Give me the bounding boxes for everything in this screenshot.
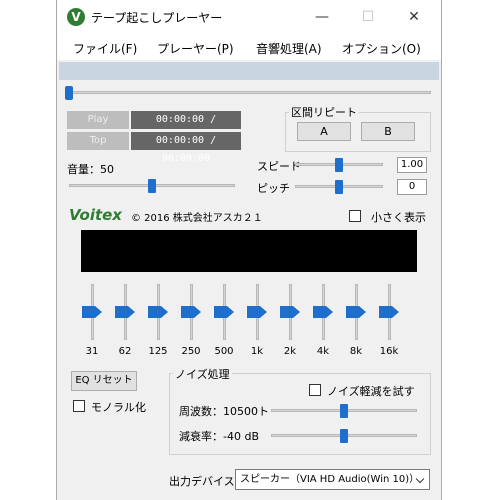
noise-title: ノイズ処理 [173, 366, 232, 382]
player-window: V テープ起こしプレーヤー — ☐ ✕ ファイル(F) プレーヤー(P) 音響処… [56, 0, 442, 500]
waveform-display [81, 230, 417, 272]
menu-options[interactable]: オプション(O) [342, 40, 421, 57]
noise-reduce-checkbox[interactable] [309, 384, 321, 396]
eq-band-label: 31 [85, 346, 99, 357]
section-repeat-title: 区間リピート [289, 104, 359, 120]
eq-thumb-8k[interactable] [346, 306, 366, 318]
pitch-thumb[interactable] [335, 180, 343, 194]
eq-band-label: 4k [316, 346, 330, 357]
menu-file[interactable]: ファイル(F) [73, 40, 137, 57]
small-display-label: 小さく表示 [371, 211, 426, 224]
eq-band-label: 2k [283, 346, 297, 357]
volume-thumb[interactable] [148, 179, 156, 193]
play-time-display: 00:00:00 / 00:00:00 [131, 111, 241, 143]
small-display-checkbox[interactable] [349, 210, 361, 222]
minimize-button[interactable]: — [305, 6, 339, 28]
tool-band [59, 62, 439, 80]
eq-reset-button[interactable]: EQ リセット [71, 371, 137, 391]
seek-thumb[interactable] [65, 86, 73, 100]
eq-thumb-500[interactable] [214, 306, 234, 318]
repeat-b-button[interactable]: B [361, 122, 415, 141]
eq-band-label: 125 [148, 346, 168, 357]
eq-band-label: 250 [181, 346, 201, 357]
menu-bar: ファイル(F) プレーヤー(P) 音響処理(A) オプション(O) [57, 34, 441, 60]
close-button[interactable]: ✕ [397, 6, 431, 28]
eq-band-label: 16k [379, 346, 399, 357]
speed-label: スピード [257, 160, 301, 173]
mono-label: モノラル化 [91, 401, 146, 414]
title-bar: V テープ起こしプレーヤー — ☐ ✕ [57, 0, 441, 34]
voitex-logo: Voitex [69, 206, 122, 224]
menu-sound-processing[interactable]: 音響処理(A) [256, 40, 322, 57]
output-device-select[interactable]: スピーカー（VIA HD Audio(Win 10)） [235, 469, 430, 490]
speed-value[interactable]: 1.00 [397, 157, 427, 173]
frequency-thumb[interactable] [340, 404, 348, 418]
eq-thumb-2k[interactable] [280, 306, 300, 318]
seek-track[interactable] [65, 91, 431, 94]
play-button[interactable]: Play [67, 111, 129, 129]
noise-reduce-label: ノイズ軽減を試す [327, 385, 415, 398]
speed-thumb[interactable] [335, 158, 343, 172]
output-device-value: スピーカー（VIA HD Audio(Win 10)） [240, 474, 420, 485]
output-device-label: 出力デバイス [169, 475, 235, 488]
window-title: テープ起こしプレーヤー [91, 11, 223, 25]
eq-thumb-62[interactable] [115, 306, 135, 318]
volume-label: 音量：50 [67, 163, 114, 176]
pitch-value[interactable]: 0 [397, 179, 427, 195]
eq-band-label: 500 [214, 346, 234, 357]
attenuation-thumb[interactable] [340, 429, 348, 443]
mono-checkbox[interactable] [73, 400, 85, 412]
eq-thumb-125[interactable] [148, 306, 168, 318]
eq-thumb-250[interactable] [181, 306, 201, 318]
repeat-a-button[interactable]: A [297, 122, 351, 141]
frequency-label: 周波数：10500ト [179, 405, 269, 418]
copyright-text: © 2016 株式会社アスカ２１ [131, 213, 263, 224]
eq-thumb-4k[interactable] [313, 306, 333, 318]
eq-thumb-31[interactable] [82, 306, 102, 318]
attenuation-label: 減衰率：-40 dB [179, 430, 259, 443]
pitch-label: ピッチ [257, 182, 290, 195]
eq-band-label: 1k [250, 346, 264, 357]
top-time-display: 00:00:00 / 00:00:00 [131, 132, 241, 164]
maximize-button[interactable]: ☐ [351, 6, 385, 28]
menu-player[interactable]: プレーヤー(P) [157, 40, 234, 57]
eq-band-label: 8k [349, 346, 363, 357]
app-logo-icon: V [67, 8, 85, 26]
eq-thumb-1k[interactable] [247, 306, 267, 318]
eq-thumb-16k[interactable] [379, 306, 399, 318]
top-button[interactable]: Top [67, 132, 129, 150]
eq-band-label: 62 [118, 346, 132, 357]
